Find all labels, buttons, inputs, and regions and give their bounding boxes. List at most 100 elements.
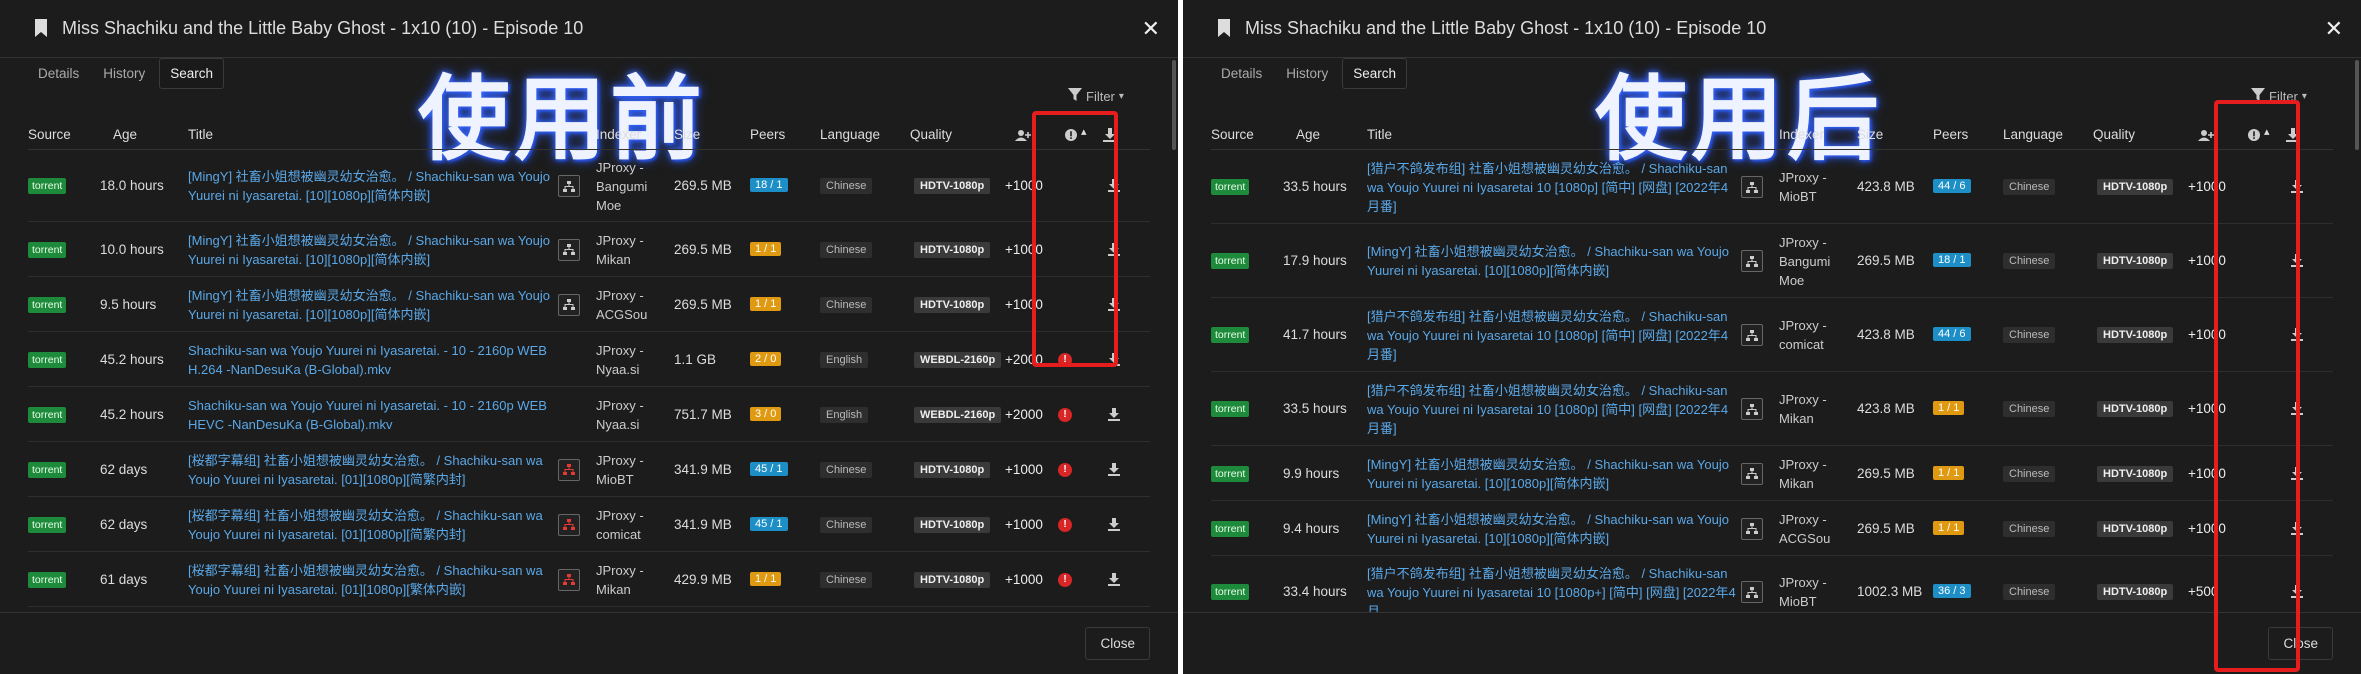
language-badge: Chinese [2003, 584, 2056, 600]
indexer-cell: JProxy - ACGSou [596, 287, 648, 322]
age-cell: 9.4 hours [1283, 520, 1340, 536]
release-title-link[interactable]: [桜都字幕组] 社畜小姐想被幽灵幼女治愈。 / Shachiku-san wa … [188, 506, 554, 544]
sitemap-icon[interactable] [558, 293, 580, 316]
release-title-link[interactable]: [MingY] 社畜小姐想被幽灵幼女治愈。 / Shachiku-san wa … [1367, 510, 1737, 548]
sitemap-icon[interactable] [558, 513, 580, 536]
column-header-age[interactable]: Age [113, 127, 137, 142]
sitemap-icon[interactable] [1741, 324, 1763, 346]
add-user-icon[interactable] [1015, 129, 1031, 144]
sitemap-icon[interactable] [1741, 517, 1763, 540]
size-cell: 341.9 MB [674, 516, 732, 532]
download-icon[interactable] [1108, 572, 1120, 589]
tab-history[interactable]: History [93, 59, 155, 88]
release-title-link[interactable]: [猎户不鸽发布组] 社畜小姐想被幽灵幼女治愈。 / Shachiku-san w… [1367, 307, 1737, 364]
column-header-title[interactable]: Title [1367, 127, 1392, 142]
sitemap-icon[interactable] [1741, 398, 1763, 420]
release-title-link[interactable]: [MingY] 社畜小姐想被幽灵幼女治愈。 / Shachiku-san wa … [188, 286, 554, 324]
indexer-cell: JProxy - Mikan [1779, 392, 1827, 426]
age-cell: 10.0 hours [100, 241, 164, 257]
add-user-icon[interactable] [2198, 129, 2214, 144]
source-badge: torrent [1211, 253, 1250, 269]
size-cell: 423.8 MB [1857, 327, 1915, 342]
peers-badge: 44 / 6 [1933, 179, 1971, 193]
language-badge: Chinese [820, 461, 873, 478]
column-header-title[interactable]: Title [188, 127, 213, 142]
tab-bar: Details History Search [28, 56, 225, 90]
close-button[interactable]: Close [1085, 627, 1150, 660]
release-title-link[interactable]: [MingY] 社畜小姐想被幽灵幼女治愈。 / Shachiku-san wa … [1367, 455, 1737, 493]
column-header-language[interactable]: Language [2003, 127, 2063, 142]
release-title-link[interactable]: [猎户不鸽发布组] 社畜小姐想被幽灵幼女治愈。 / Shachiku-san w… [1367, 381, 1737, 438]
highlight-box [2214, 100, 2300, 672]
tab-details[interactable]: Details [1211, 59, 1272, 88]
table-row: torrent 33.5 hours [猎户不鸽发布组] 社畜小姐想被幽灵幼女治愈。… [1211, 150, 2333, 224]
column-header-source[interactable]: Source [1211, 127, 1254, 142]
close-icon[interactable]: ✕ [2325, 16, 2343, 42]
release-title-link[interactable]: Shachiku-san wa Youjo Yuurei ni Iyasaret… [188, 341, 554, 379]
filter-menu[interactable]: Filter ▾ [1068, 88, 1124, 104]
table-row: torrent 18.0 hours [MingY] 社畜小姐想被幽灵幼女治愈。 /… [28, 150, 1150, 222]
column-header-size[interactable]: Size [1857, 127, 1883, 142]
age-cell: 17.9 hours [1283, 253, 1347, 268]
release-title-link[interactable]: [桜都字幕组] 社畜小姐想被幽灵幼女治愈。 / Shachiku-san wa … [188, 451, 554, 489]
tab-history[interactable]: History [1276, 59, 1338, 88]
filter-icon [1068, 88, 1082, 104]
table-header: Source Age Title Indexer Size Peers Language Qu… [28, 120, 1150, 150]
source-badge: torrent [28, 461, 67, 478]
close-icon[interactable]: ✕ [1142, 16, 1160, 42]
column-header-quality[interactable]: Quality [910, 127, 952, 142]
column-header-size[interactable]: Size [674, 127, 700, 142]
sitemap-icon[interactable] [558, 458, 580, 481]
source-badge: torrent [28, 178, 67, 194]
download-icon[interactable] [1108, 462, 1120, 479]
column-header-peers[interactable]: Peers [750, 127, 785, 142]
language-badge: Chinese [2003, 253, 2056, 269]
column-header-age[interactable]: Age [1296, 127, 1320, 142]
column-header-language[interactable]: Language [820, 127, 880, 142]
size-cell: 1.1 GB [674, 351, 717, 367]
size-cell: 269.5 MB [1857, 253, 1915, 268]
tab-search[interactable]: Search [1342, 57, 1408, 89]
release-title-link[interactable]: [MingY] 社畜小姐想被幽灵幼女治愈。 / Shachiku-san wa … [188, 167, 554, 205]
indexer-cell: JProxy - MioBT [1779, 170, 1827, 204]
sitemap-icon[interactable] [1741, 581, 1763, 603]
column-header-peers[interactable]: Peers [1933, 127, 1968, 142]
rejection-warning-icon[interactable]: ! [1058, 572, 1072, 587]
scrollbar-thumb[interactable] [2355, 60, 2359, 150]
column-header-quality[interactable]: Quality [2093, 127, 2135, 142]
column-header-indexer[interactable]: Indexer [596, 127, 641, 142]
quality-badge: HDTV-1080p [2097, 584, 2174, 600]
score-cell: +1000 [1005, 516, 1043, 532]
column-header-indexer[interactable]: Indexer [1779, 127, 1824, 142]
sitemap-icon[interactable] [558, 568, 580, 591]
release-title-link[interactable]: [猎户不鸽发布组] 社畜小姐想被幽灵幼女治愈。 / Shachiku-san w… [1367, 159, 1737, 216]
size-cell: 269.5 MB [1857, 465, 1915, 481]
release-title-link[interactable]: [MingY] 社畜小姐想被幽灵幼女治愈。 / Shachiku-san wa … [1367, 242, 1737, 280]
release-title-link[interactable]: Shachiku-san wa Youjo Yuurei ni Iyasaret… [188, 396, 554, 434]
tab-search[interactable]: Search [159, 57, 225, 89]
sitemap-icon[interactable] [1741, 176, 1763, 198]
rejection-warning-icon[interactable]: ! [1058, 517, 1072, 532]
sitemap-icon[interactable] [558, 238, 580, 261]
quality-badge: HDTV-1080p [914, 571, 991, 588]
table-row: torrent 62 days [桜都字幕组] 社畜小姐想被幽灵幼女治愈。 / Sh… [28, 442, 1150, 497]
rejection-warning-icon[interactable]: ! [1058, 462, 1072, 477]
table-row: torrent 9.9 hours [MingY] 社畜小姐想被幽灵幼女治愈。 / … [1211, 446, 2333, 501]
table-row: torrent 45.2 hours Shachiku-san wa Youjo Y… [28, 332, 1150, 387]
peers-badge: 36 / 3 [1933, 584, 1971, 598]
quality-badge: HDTV-1080p [2097, 401, 2174, 417]
column-header-source[interactable]: Source [28, 127, 71, 142]
download-icon[interactable] [1108, 517, 1120, 534]
sitemap-icon[interactable] [1741, 462, 1763, 485]
download-icon[interactable] [1108, 407, 1120, 424]
sitemap-icon[interactable] [558, 175, 580, 197]
age-cell: 9.5 hours [100, 296, 157, 312]
table-row: torrent 17.9 hours [MingY] 社畜小姐想被幽灵幼女治愈。 /… [1211, 224, 2333, 298]
release-title-link[interactable]: [MingY] 社畜小姐想被幽灵幼女治愈。 / Shachiku-san wa … [188, 231, 554, 269]
tab-details[interactable]: Details [28, 59, 89, 88]
scrollbar-thumb[interactable] [1172, 60, 1176, 150]
release-title-link[interactable]: [桜都字幕组] 社畜小姐想被幽灵幼女治愈。 / Shachiku-san wa … [188, 561, 554, 599]
rejection-warning-icon[interactable]: ! [1058, 407, 1072, 422]
indexer-cell: JProxy - Mikan [596, 562, 644, 597]
sitemap-icon[interactable] [1741, 250, 1763, 272]
